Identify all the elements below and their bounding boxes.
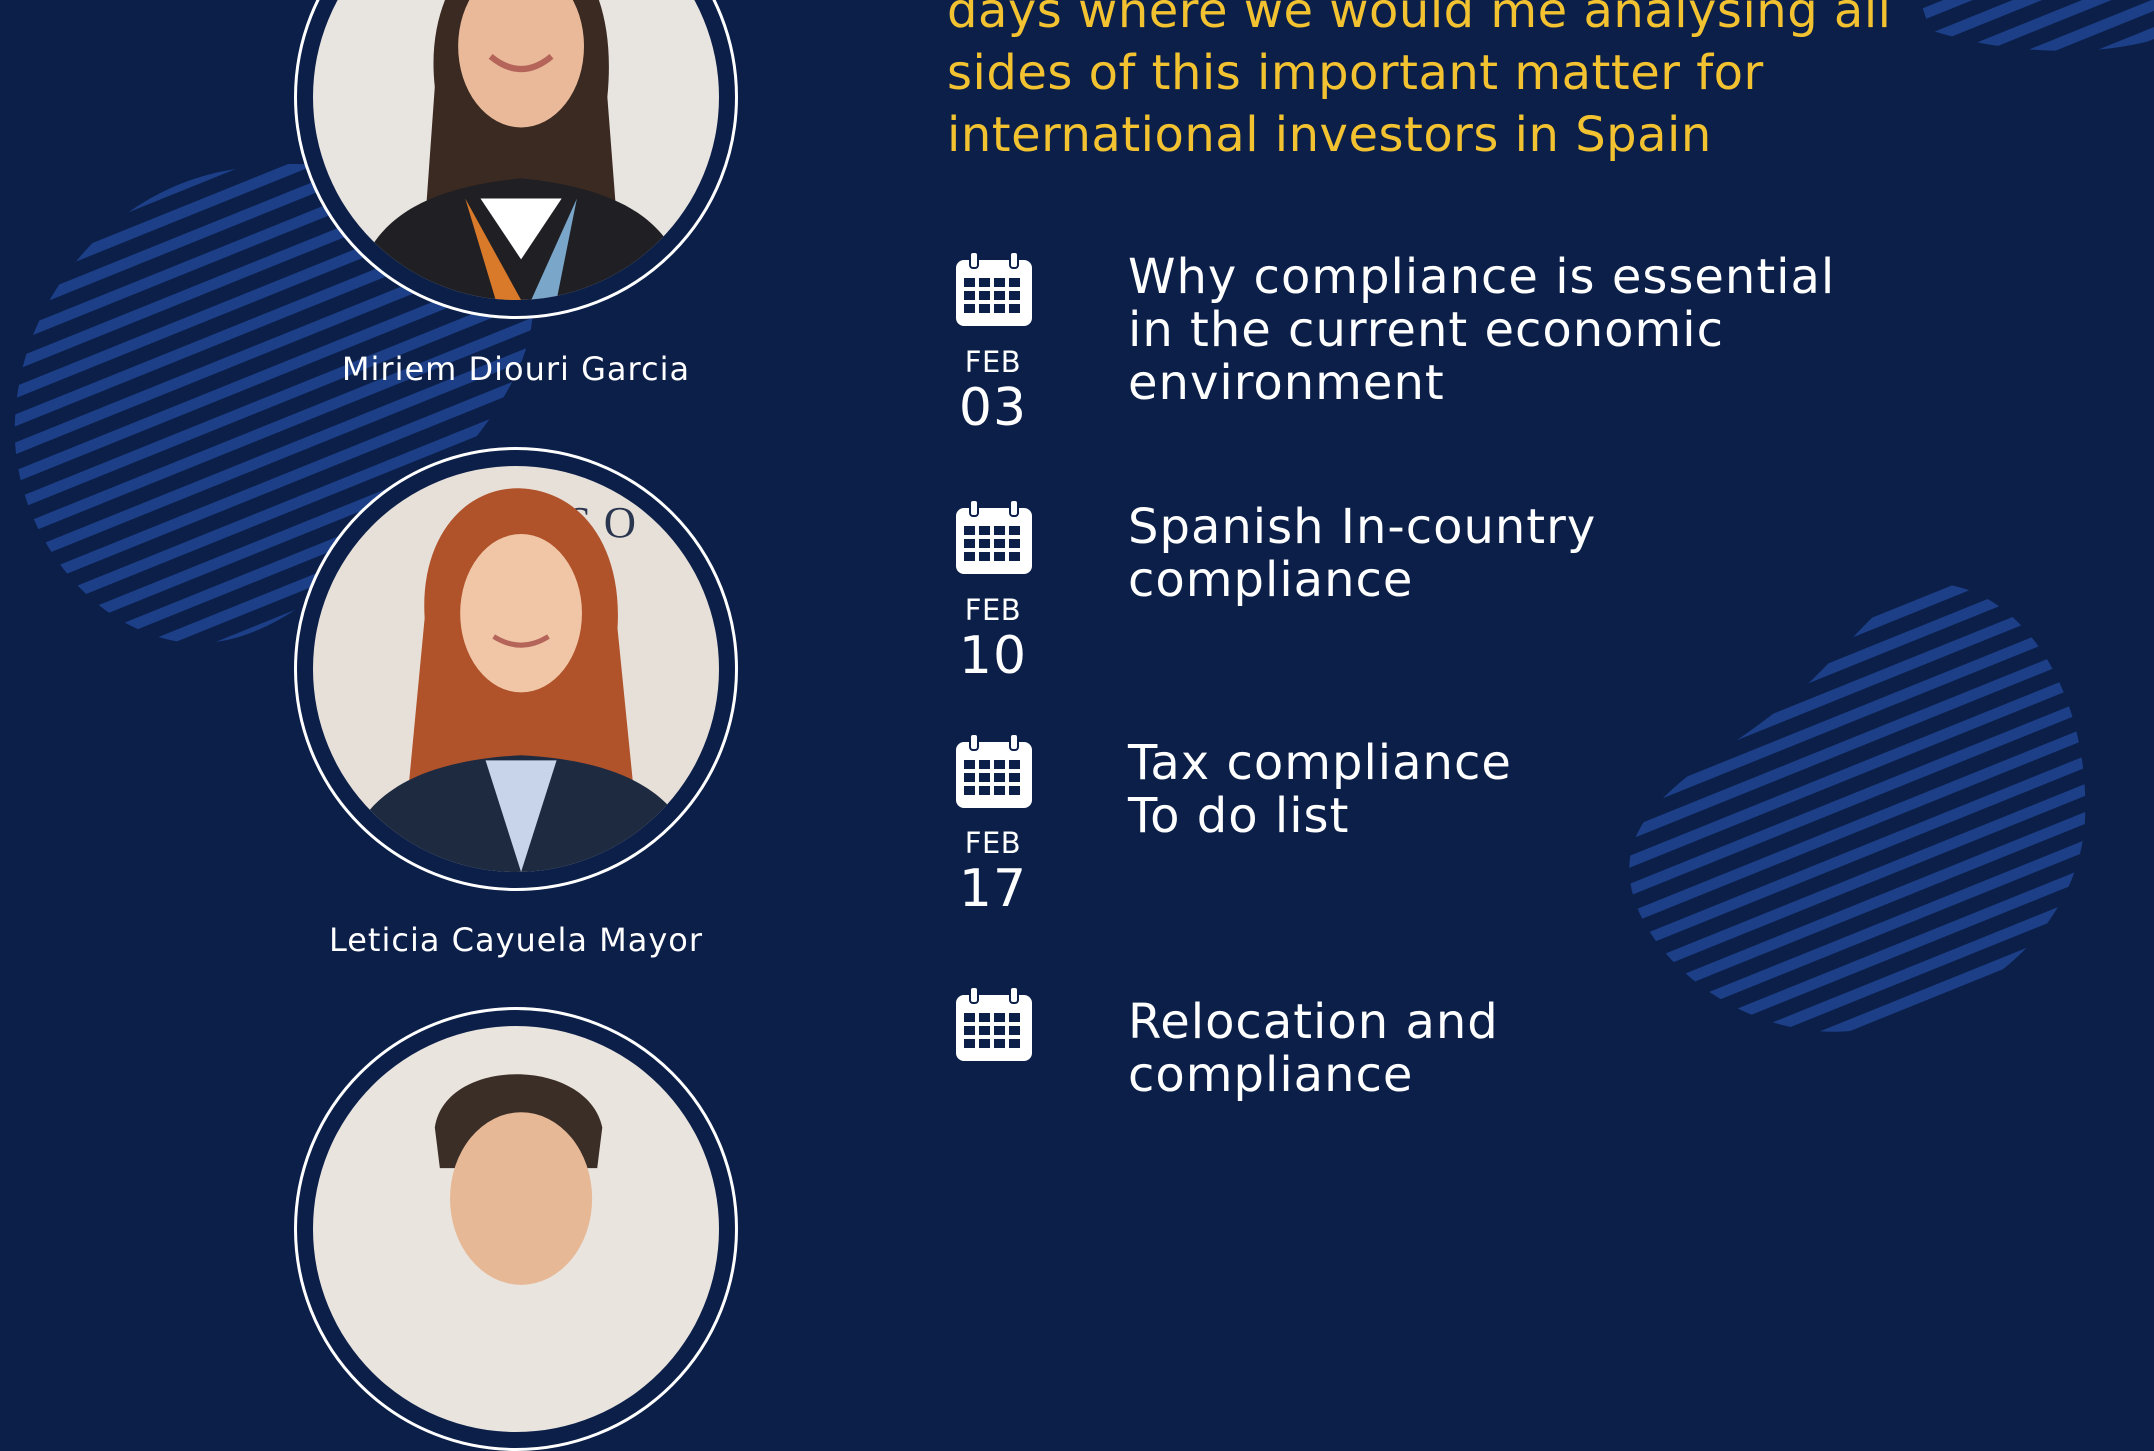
- agenda-month: FEB: [964, 826, 1022, 860]
- calendar-icon: [954, 252, 1034, 328]
- speaker-name: Miriem Diouri Garcia: [341, 350, 691, 388]
- calendar-icon: [954, 734, 1034, 810]
- intro-text: days where we would me analysing all sid…: [947, 0, 1892, 163]
- calendar-icon: [954, 987, 1034, 1063]
- speaker-photo-woman-dark-hair: [313, 0, 719, 300]
- agenda-day: 17: [958, 859, 1028, 919]
- agenda-day: 10: [958, 626, 1028, 686]
- calendar-icon: [954, 500, 1034, 576]
- agenda-month: FEB: [964, 345, 1022, 379]
- speaker-name: Leticia Cayuela Mayor: [328, 921, 704, 959]
- speaker-photo: [294, 1007, 738, 1451]
- agenda-title: Why compliance is essential in the curre…: [1128, 249, 1836, 411]
- agenda-title: Spanish In-country compliance: [1128, 499, 1597, 608]
- agenda-month: FEB: [964, 593, 1022, 627]
- speaker-photo: [294, 0, 738, 319]
- agenda-title: Tax compliance To do list: [1128, 735, 1512, 844]
- speaker-photo: SO: [294, 447, 738, 891]
- speaker-photo-man-partial: [313, 1026, 719, 1432]
- agenda-day: 03: [958, 378, 1028, 438]
- speaker-photo-woman-red-hair: SO: [313, 466, 719, 872]
- agenda-title: Relocation and compliance: [1128, 994, 1499, 1103]
